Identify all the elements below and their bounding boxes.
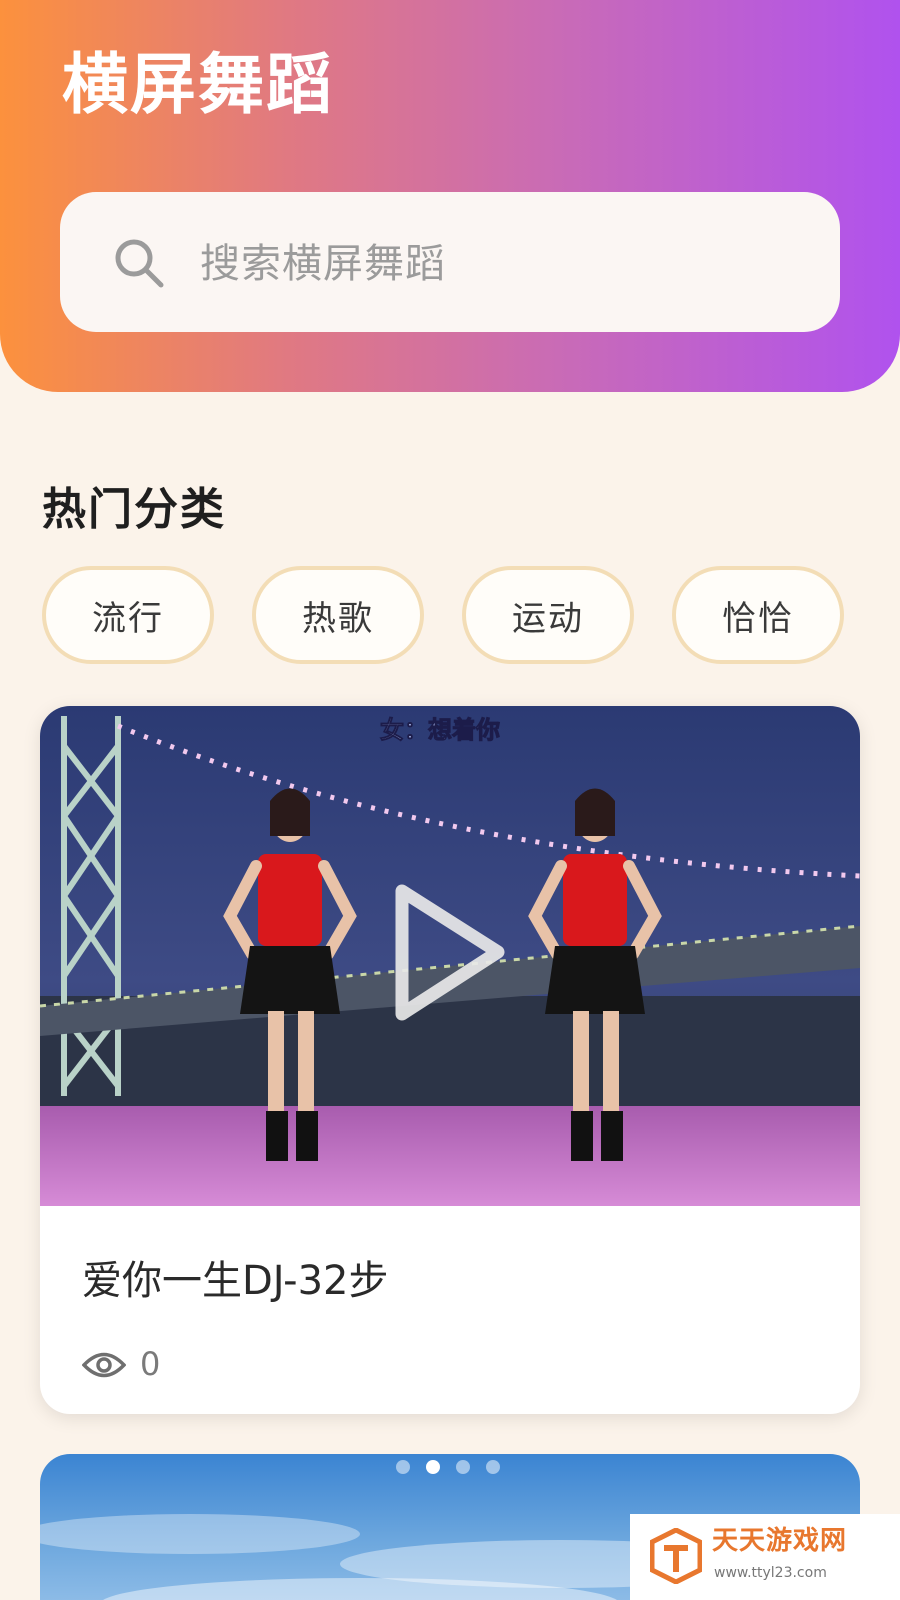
search-bar[interactable] [60, 192, 840, 332]
page-title: 横屏舞蹈 [62, 46, 334, 123]
watermark-title: 天天游戏网 [712, 1526, 848, 1556]
video-card[interactable]: 女：想着你 爱你一生DJ-32步 0 [40, 706, 860, 1414]
category-chip-hot-songs[interactable]: 热歌 [252, 566, 424, 664]
carousel-dot[interactable] [396, 1460, 410, 1474]
search-input[interactable]: 搜索横屏舞蹈 [200, 236, 446, 292]
eye-icon [82, 1352, 126, 1378]
video-title: 爱你一生DJ-32步 [82, 1258, 389, 1304]
category-chip-sport[interactable]: 运动 [462, 566, 634, 664]
view-count: 0 [140, 1345, 161, 1383]
carousel-dot-active[interactable] [426, 1460, 440, 1474]
lyric-overlay: 女：想着你 [380, 715, 500, 744]
search-icon [115, 239, 164, 288]
carousel-dot[interactable] [456, 1460, 470, 1474]
watermark-url: www.ttyl23.com [714, 1565, 827, 1581]
video-thumbnail[interactable]: 女：想着你 [40, 706, 860, 1206]
watermark-logo-icon [650, 1528, 702, 1584]
category-chip-chacha[interactable]: 恰恰 [672, 566, 844, 664]
carousel-dot[interactable] [486, 1460, 500, 1474]
watermark: 天天游戏网 www.ttyl23.com [630, 1514, 900, 1600]
category-chip-pop[interactable]: 流行 [42, 566, 214, 664]
section-title-hot-categories: 热门分类 [42, 484, 226, 535]
